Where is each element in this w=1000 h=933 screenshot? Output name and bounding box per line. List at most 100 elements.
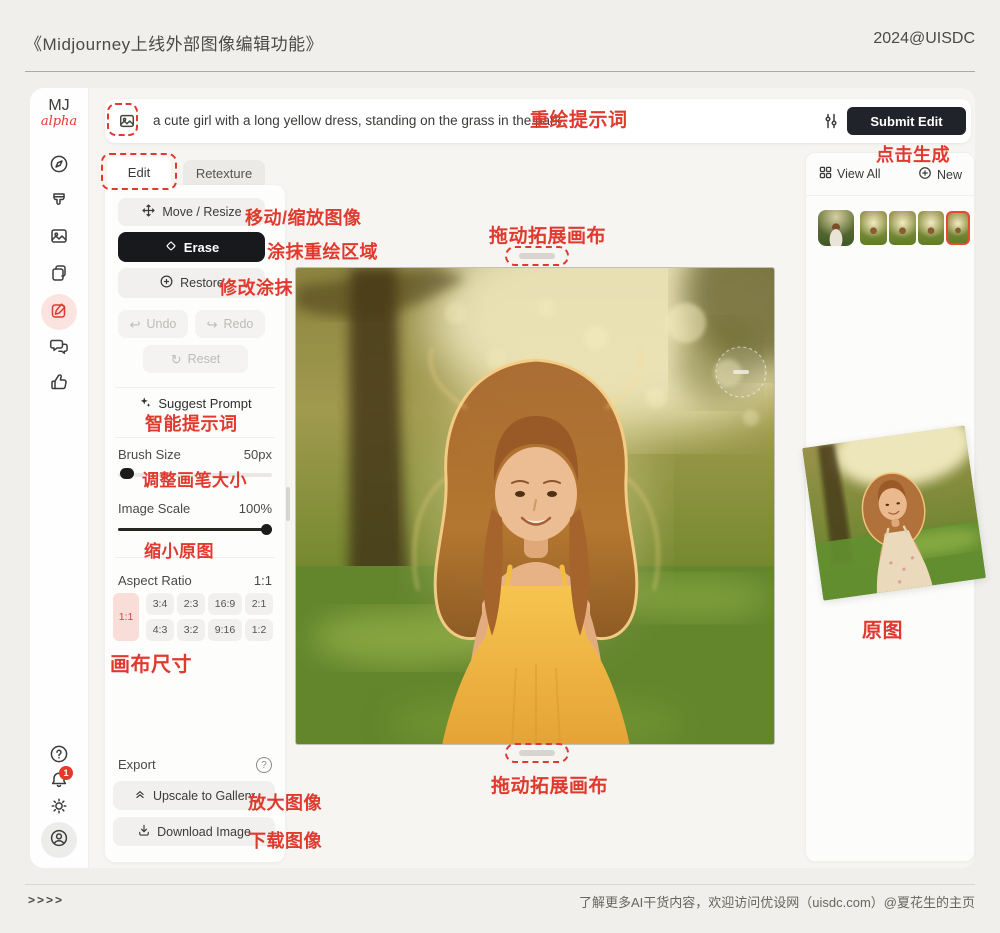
aspect-option-selected[interactable]: 1:1 bbox=[113, 593, 139, 641]
credit-label: 2024@UISDC bbox=[873, 30, 975, 48]
annotation-original: 原图 bbox=[862, 614, 903, 643]
sidebar-item-explore[interactable] bbox=[41, 148, 77, 184]
reset-button[interactable]: ↻ Reset bbox=[143, 345, 248, 373]
logo-alpha: alpha bbox=[30, 115, 88, 129]
brush-cursor bbox=[716, 347, 766, 397]
image-scale-label: Image Scale bbox=[118, 501, 190, 516]
redo-button[interactable]: ↪ Redo bbox=[195, 310, 265, 338]
history-thumbnail[interactable] bbox=[818, 210, 854, 246]
thumbs-up-icon bbox=[49, 372, 69, 397]
annotation-prompt: 重绘提示词 bbox=[530, 105, 628, 132]
logo-mj: MJ bbox=[30, 98, 88, 115]
page-title: 《Midjourney上线外部图像编辑功能》 bbox=[25, 30, 323, 55]
aspect-option[interactable]: 4:3 bbox=[146, 619, 174, 641]
aspect-option[interactable]: 1:2 bbox=[245, 619, 273, 641]
erase-button[interactable]: Erase bbox=[118, 232, 265, 262]
move-resize-button[interactable]: Move / Resize bbox=[118, 198, 265, 226]
footer-divider bbox=[25, 884, 975, 885]
annotation-restore: 修改涂抹 bbox=[219, 274, 293, 300]
eraser-icon bbox=[164, 239, 178, 256]
paintbrush-icon bbox=[49, 190, 69, 215]
annotation-upscale: 放大图像 bbox=[248, 789, 322, 815]
submit-edit-button[interactable]: Submit Edit bbox=[847, 107, 966, 135]
grid-icon bbox=[819, 166, 832, 182]
files-icon bbox=[49, 263, 69, 288]
reset-icon: ↻ bbox=[171, 353, 182, 366]
annotation-canvas-bottom: 拖动拓展画布 bbox=[491, 771, 608, 798]
download-icon bbox=[137, 823, 151, 840]
plus-circle-icon bbox=[918, 166, 932, 183]
annotation-canvas-top: 拖动拓展画布 bbox=[489, 221, 606, 248]
sidebar-item-account[interactable] bbox=[41, 822, 77, 858]
original-image bbox=[802, 425, 986, 600]
sun-icon bbox=[49, 796, 69, 821]
redo-icon: ↪ bbox=[207, 318, 218, 331]
image-scale-slider-thumb[interactable] bbox=[261, 524, 272, 535]
undo-button[interactable]: ↩ Undo bbox=[118, 310, 188, 338]
notification-badge: 1 bbox=[59, 766, 73, 780]
aspect-option[interactable]: 2:1 bbox=[245, 593, 273, 615]
brush-size-row: Brush Size 50px bbox=[118, 447, 272, 462]
panel-divider bbox=[806, 195, 974, 196]
sidebar: MJ alpha 1 bbox=[30, 88, 88, 868]
prompt-input[interactable]: a cute girl with a long yellow dress, st… bbox=[153, 99, 561, 143]
aspect-option[interactable]: 2:3 bbox=[177, 593, 205, 615]
aspect-option[interactable]: 16:9 bbox=[208, 593, 242, 615]
sidebar-item-edit[interactable] bbox=[41, 294, 77, 330]
export-help-icon[interactable]: ? bbox=[256, 757, 272, 773]
canvas-area[interactable] bbox=[295, 267, 775, 745]
undo-label: Undo bbox=[147, 317, 177, 331]
sidebar-item-create[interactable] bbox=[41, 184, 77, 220]
brush-size-value: 50px bbox=[244, 447, 272, 462]
aspect-option[interactable]: 3:4 bbox=[146, 593, 174, 615]
export-row: Export ? bbox=[118, 757, 272, 773]
sidebar-item-organize[interactable] bbox=[41, 257, 77, 293]
header-divider bbox=[25, 71, 975, 72]
aspect-option[interactable]: 3:2 bbox=[177, 619, 205, 641]
callout-extend-top bbox=[505, 246, 569, 266]
callout-prompt-icon bbox=[107, 103, 138, 136]
annotation-aspect: 画布尺寸 bbox=[110, 648, 192, 677]
history-thumbnail[interactable] bbox=[918, 211, 944, 245]
compass-icon bbox=[49, 154, 69, 179]
restore-target-icon bbox=[159, 274, 174, 292]
view-all-button[interactable]: View All bbox=[819, 166, 881, 182]
settings-sliders-icon[interactable] bbox=[821, 111, 841, 136]
undo-icon: ↩ bbox=[130, 318, 141, 331]
brush-size-slider-thumb[interactable] bbox=[120, 468, 134, 479]
panel-divider bbox=[115, 387, 275, 388]
upscale-label: Upscale to Gallery bbox=[153, 789, 255, 803]
image-icon bbox=[49, 226, 69, 251]
callout-edit-tab bbox=[101, 153, 177, 190]
canvas-image[interactable] bbox=[296, 268, 775, 745]
tab-retexture[interactable]: Retexture bbox=[183, 160, 265, 187]
restore-label: Restore bbox=[180, 276, 224, 290]
new-label: New bbox=[937, 168, 962, 182]
aspect-option[interactable]: 9:16 bbox=[208, 619, 242, 641]
new-button[interactable]: New bbox=[918, 166, 962, 183]
sidebar-item-archive[interactable] bbox=[41, 220, 77, 256]
callout-extend-bottom bbox=[505, 743, 569, 763]
aspect-ratio-row: Aspect Ratio 1:1 bbox=[118, 573, 272, 588]
redo-label: Redo bbox=[224, 317, 254, 331]
image-scale-row: Image Scale 100% bbox=[118, 501, 272, 516]
annotation-scale: 缩小原图 bbox=[144, 537, 214, 562]
annotation-suggest: 智能提示词 bbox=[145, 410, 238, 436]
history-thumbnail-selected[interactable] bbox=[946, 211, 970, 245]
erase-label: Erase bbox=[184, 240, 219, 255]
download-label: Download Image bbox=[157, 825, 251, 839]
footer-marker: >>>> bbox=[28, 893, 64, 907]
move-icon bbox=[141, 203, 156, 221]
history-thumbnail[interactable] bbox=[889, 211, 916, 245]
sidebar-item-rate[interactable] bbox=[41, 366, 77, 402]
image-scale-slider[interactable] bbox=[118, 528, 272, 531]
avatar-icon bbox=[49, 828, 69, 853]
sidebar-item-chat[interactable] bbox=[41, 330, 77, 366]
double-chevron-up-icon bbox=[133, 787, 147, 804]
panel-scrollbar[interactable] bbox=[286, 487, 290, 521]
annotation-submit: 点击生成 bbox=[876, 141, 950, 167]
annotation-move: 移动/缩放图像 bbox=[245, 204, 362, 230]
sidebar-item-theme[interactable] bbox=[41, 790, 77, 826]
image-scale-value: 100% bbox=[239, 501, 272, 516]
history-thumbnail[interactable] bbox=[860, 211, 887, 245]
